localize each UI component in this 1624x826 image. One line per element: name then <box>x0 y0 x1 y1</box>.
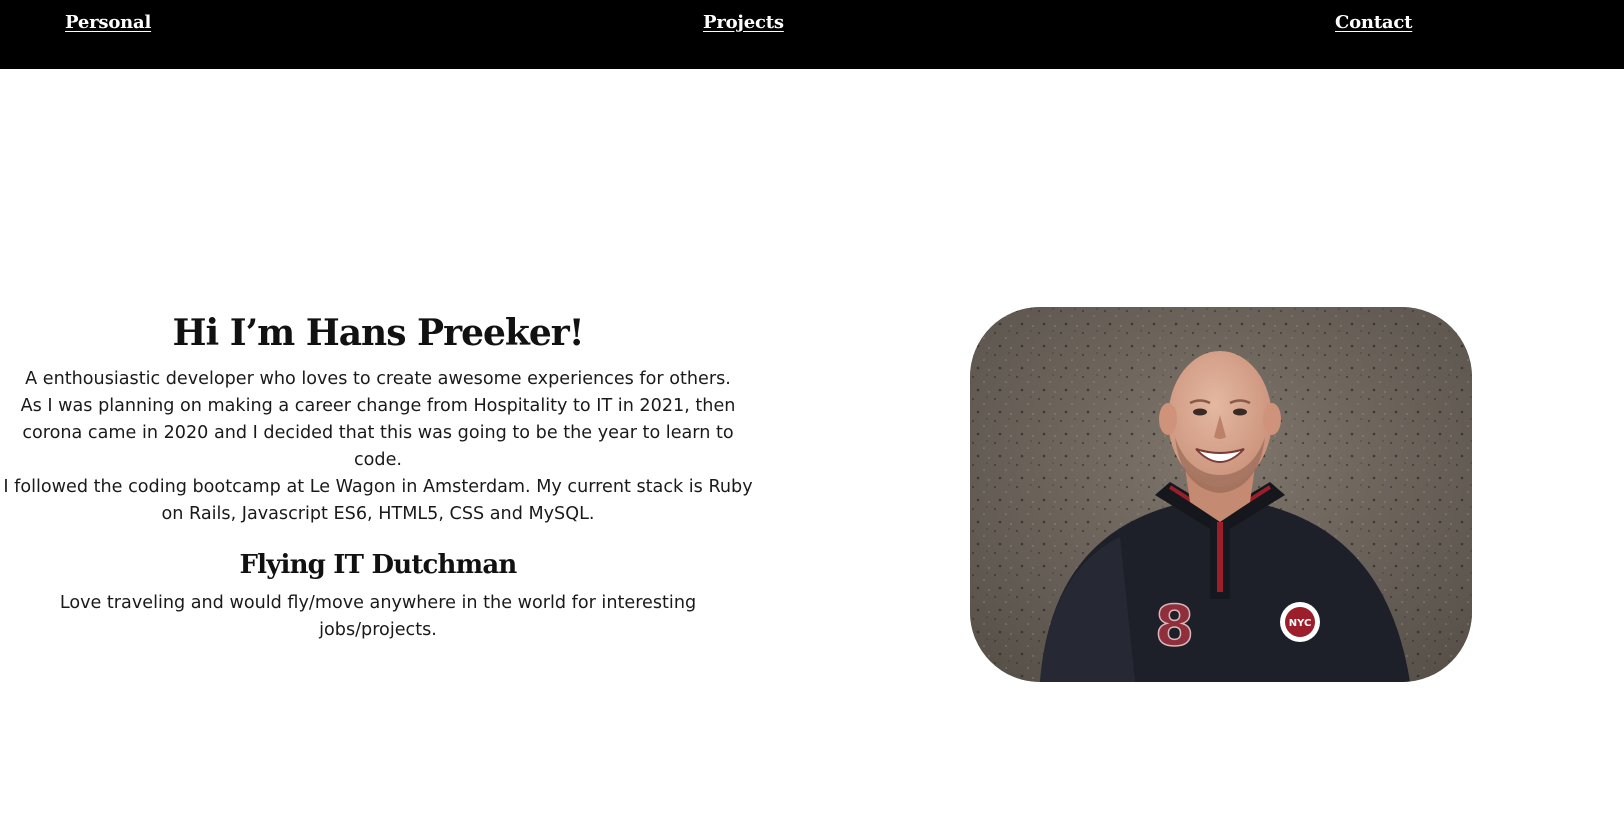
nav-link-contact[interactable]: Contact <box>1335 12 1412 33</box>
nav-link-personal[interactable]: Personal <box>65 12 151 33</box>
nav-link-projects[interactable]: Projects <box>703 12 784 33</box>
bio-line: I followed the coding bootcamp at Le Wag… <box>3 477 753 524</box>
bio-line: A enthousiastic developer who loves to c… <box>25 369 731 389</box>
intro-section: Hi I’m Hans Preeker! A enthousiastic dev… <box>0 300 756 644</box>
page-title: Hi I’m Hans Preeker! <box>172 312 585 354</box>
bio-paragraph: A enthousiastic developer who loves to c… <box>0 366 756 528</box>
bio-line: As I was planning on making a career cha… <box>20 396 736 470</box>
travel-paragraph: Love traveling and would fly/move anywhe… <box>59 593 697 640</box>
profile-photo-illustration: 8 NYC <box>970 307 1472 682</box>
profile-photo: 8 NYC <box>970 307 1472 682</box>
shirt-badge-text: NYC <box>1289 618 1312 629</box>
top-navbar: Personal Projects Contact <box>0 0 1624 69</box>
shirt-number: 8 <box>1155 594 1194 659</box>
subheading: Flying IT Dutchman <box>239 550 517 580</box>
